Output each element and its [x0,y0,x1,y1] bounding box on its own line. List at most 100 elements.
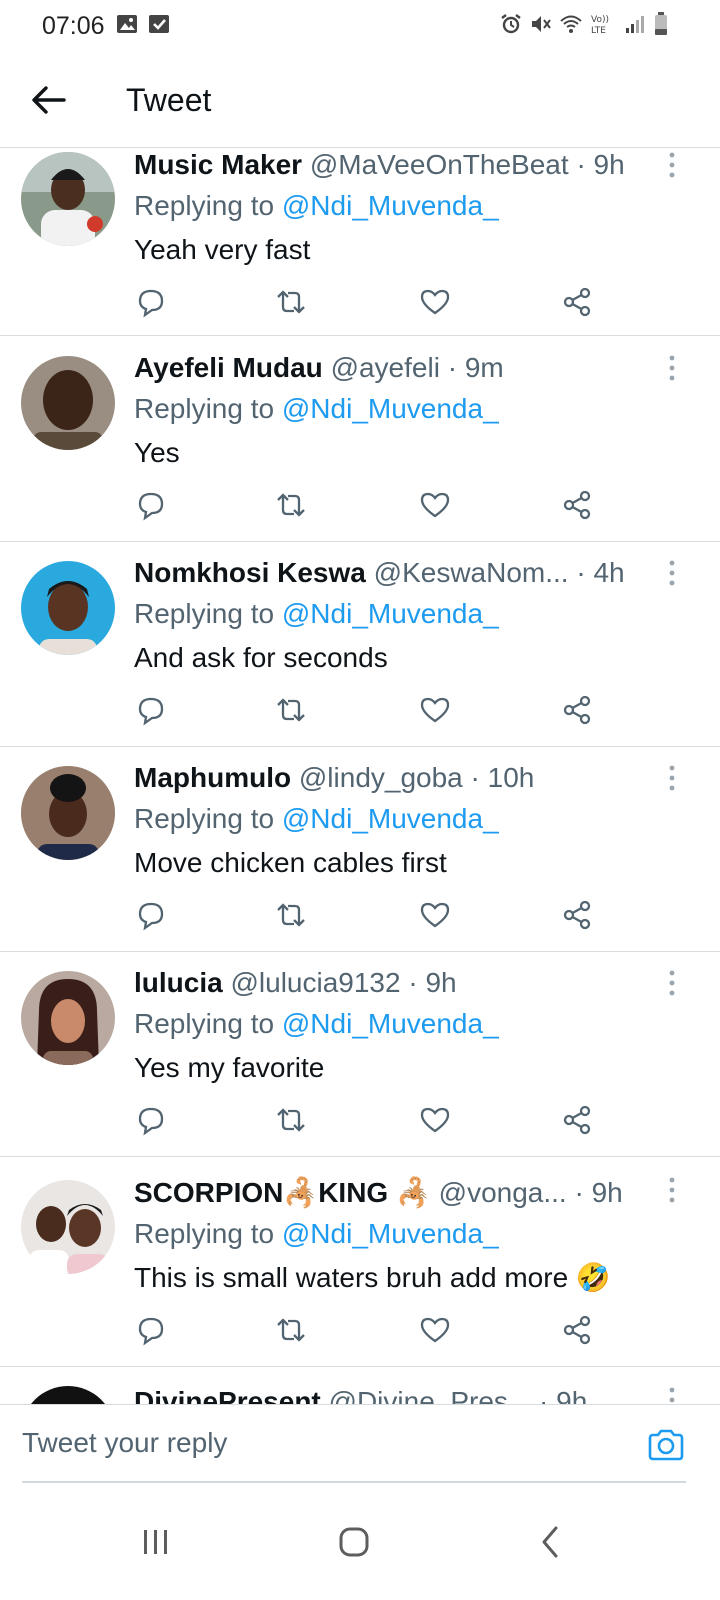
status-left-icons [116,13,170,35]
reply-input[interactable]: Tweet your reply [22,1427,227,1459]
reply-icon[interactable] [134,898,168,932]
reply-icon[interactable] [134,285,168,319]
share-icon[interactable] [560,693,594,727]
alarm-icon [501,14,521,34]
mention-link[interactable]: @Ndi_Muvenda_ [282,190,499,221]
tweet-time: · 9h [574,1177,623,1208]
username[interactable]: @lindy_goba [299,762,463,793]
reply-feed: Music Maker @MaVeeOnTheBeat · 9h Replyin… [0,148,720,1428]
like-icon[interactable] [418,693,452,727]
tweet-header: Maphumulo @lindy_goba · 10h [134,761,658,795]
display-name[interactable]: Music Maker [134,149,302,180]
status-time: 07:06 [42,12,105,40]
more-options-icon[interactable] [662,1175,682,1205]
share-icon[interactable] [560,1313,594,1347]
svg-text:LTE: LTE [591,26,606,35]
username[interactable]: @ayefeli [331,352,440,383]
tweet-time: · 10h [470,762,535,793]
avatar[interactable] [21,766,115,860]
tweet-text: And ask for seconds [134,642,388,673]
retweet-icon[interactable] [274,898,308,932]
replying-to-line: Replying to @Ndi_Muvenda_ [134,802,499,836]
back-icon[interactable] [520,1512,580,1572]
tweet-reply[interactable]: SCORPION🦂KING 🦂 @vonga... · 9h Replying … [0,1157,720,1367]
share-icon[interactable] [560,488,594,522]
app-bar: Tweet [0,56,720,148]
reply-icon[interactable] [134,1103,168,1137]
retweet-icon[interactable] [274,488,308,522]
tweet-actions [134,693,604,729]
mute-icon [532,16,551,32]
like-icon[interactable] [418,1103,452,1137]
retweet-icon[interactable] [274,1313,308,1347]
display-name[interactable]: lulucia [134,967,223,998]
tweet-actions [134,1313,604,1349]
replying-to-label: Replying to [134,1008,282,1039]
tweet-reply[interactable]: Maphumulo @lindy_goba · 10h Replying to … [0,747,720,952]
tweet-text: Yeah very fast [134,234,311,265]
mention-link[interactable]: @Ndi_Muvenda_ [282,1218,499,1249]
avatar[interactable] [21,561,115,655]
wifi-icon [560,15,582,33]
display-name[interactable]: Maphumulo [134,762,291,793]
tweet-time: · 9h [408,967,457,998]
system-nav-bar [0,1484,720,1600]
tweet-text: This is small waters bruh add more 🤣 [134,1262,611,1293]
mention-link[interactable]: @Ndi_Muvenda_ [282,393,499,424]
display-name[interactable]: Ayefeli Mudau [134,352,323,383]
mention-link[interactable]: @Ndi_Muvenda_ [282,803,499,834]
avatar[interactable] [21,152,115,246]
tweet-actions [134,488,604,524]
replying-to-line: Replying to @Ndi_Muvenda_ [134,392,499,426]
like-icon[interactable] [418,898,452,932]
reply-composer: Tweet your reply [0,1404,720,1483]
username[interactable]: @lulucia9132 [230,967,400,998]
share-icon[interactable] [560,898,594,932]
tweet-reply[interactable]: Nomkhosi Keswa @KeswaNom... · 4h Replyin… [0,542,720,747]
status-bar: 07:06 Vo)) LTE [0,0,720,56]
tweet-text: Yes [134,437,180,468]
reply-icon[interactable] [134,693,168,727]
tweet-header: Music Maker @MaVeeOnTheBeat · 9h [134,148,658,182]
camera-icon[interactable] [646,1425,686,1465]
display-name[interactable]: Nomkhosi Keswa [134,557,366,588]
avatar[interactable] [21,356,115,450]
retweet-icon[interactable] [274,693,308,727]
back-arrow-icon[interactable] [28,80,68,120]
tweet-reply[interactable]: Music Maker @MaVeeOnTheBeat · 9h Replyin… [0,148,720,336]
retweet-icon[interactable] [274,285,308,319]
home-icon[interactable] [324,1512,384,1572]
more-options-icon[interactable] [662,353,682,383]
display-name[interactable]: SCORPION🦂KING 🦂 [134,1177,431,1208]
tweet-text: Yes my favorite [134,1052,325,1083]
share-icon[interactable] [560,1103,594,1137]
volte-icon: Vo))LTE [591,15,609,35]
avatar[interactable] [21,971,115,1065]
username[interactable]: @MaVeeOnTheBeat [310,149,569,180]
like-icon[interactable] [418,285,452,319]
more-options-icon[interactable] [662,150,682,180]
retweet-icon[interactable] [274,1103,308,1137]
replying-to-line: Replying to @Ndi_Muvenda_ [134,1217,499,1251]
username[interactable]: @vonga... [439,1177,567,1208]
avatar[interactable] [21,1180,115,1274]
reply-icon[interactable] [134,1313,168,1347]
more-options-icon[interactable] [662,968,682,998]
tweet-actions [134,285,604,321]
tweet-reply[interactable]: Ayefeli Mudau @ayefeli · 9m Replying to … [0,337,720,542]
more-options-icon[interactable] [662,558,682,588]
input-underline [22,1481,686,1483]
recents-icon[interactable] [126,1512,186,1572]
reply-icon[interactable] [134,488,168,522]
like-icon[interactable] [418,488,452,522]
tweet-header: SCORPION🦂KING 🦂 @vonga... · 9h [134,1176,658,1210]
status-right-icons: Vo)) LTE [500,12,668,36]
username[interactable]: @KeswaNom... [374,557,569,588]
tweet-reply[interactable]: lulucia @lulucia9132 · 9h Replying to @N… [0,952,720,1157]
mention-link[interactable]: @Ndi_Muvenda_ [282,598,499,629]
tweet-time: · 9h [576,149,625,180]
share-icon[interactable] [560,285,594,319]
more-options-icon[interactable] [662,763,682,793]
mention-link[interactable]: @Ndi_Muvenda_ [282,1008,499,1039]
like-icon[interactable] [418,1313,452,1347]
